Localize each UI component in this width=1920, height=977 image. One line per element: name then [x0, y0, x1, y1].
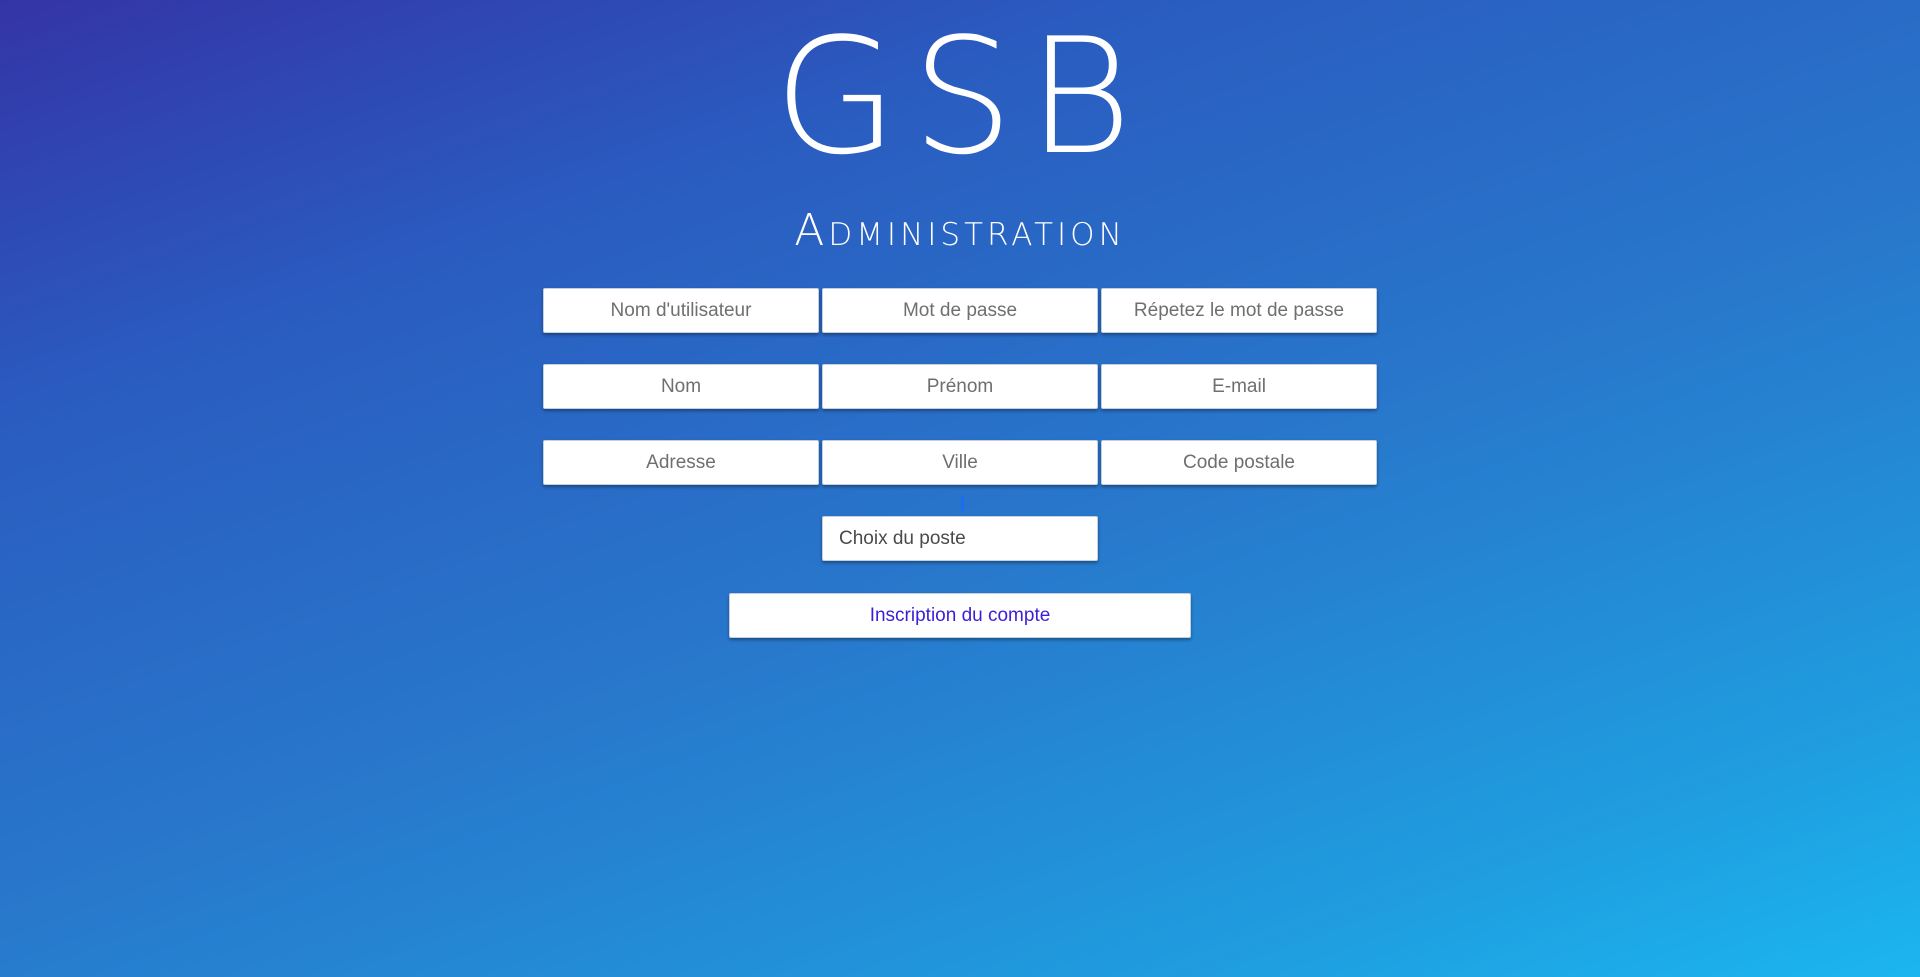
email-input[interactable]	[1101, 364, 1377, 409]
password-repeat-input[interactable]	[1101, 288, 1377, 333]
register-account-button[interactable]: Inscription du compte	[729, 593, 1191, 638]
position-select-label: Choix du poste	[839, 528, 966, 549]
first-name-input[interactable]	[822, 364, 1098, 409]
username-input[interactable]	[543, 288, 819, 333]
last-name-input[interactable]	[543, 364, 819, 409]
text-cursor-marker	[961, 496, 964, 511]
city-input[interactable]	[822, 440, 1098, 485]
password-input[interactable]	[822, 288, 1098, 333]
address-input[interactable]	[543, 440, 819, 485]
position-select[interactable]: Choix du poste	[822, 516, 1098, 561]
postal-code-input[interactable]	[1101, 440, 1377, 485]
logo: GSB	[773, 3, 1147, 190]
page-title: Administration	[794, 205, 1126, 256]
